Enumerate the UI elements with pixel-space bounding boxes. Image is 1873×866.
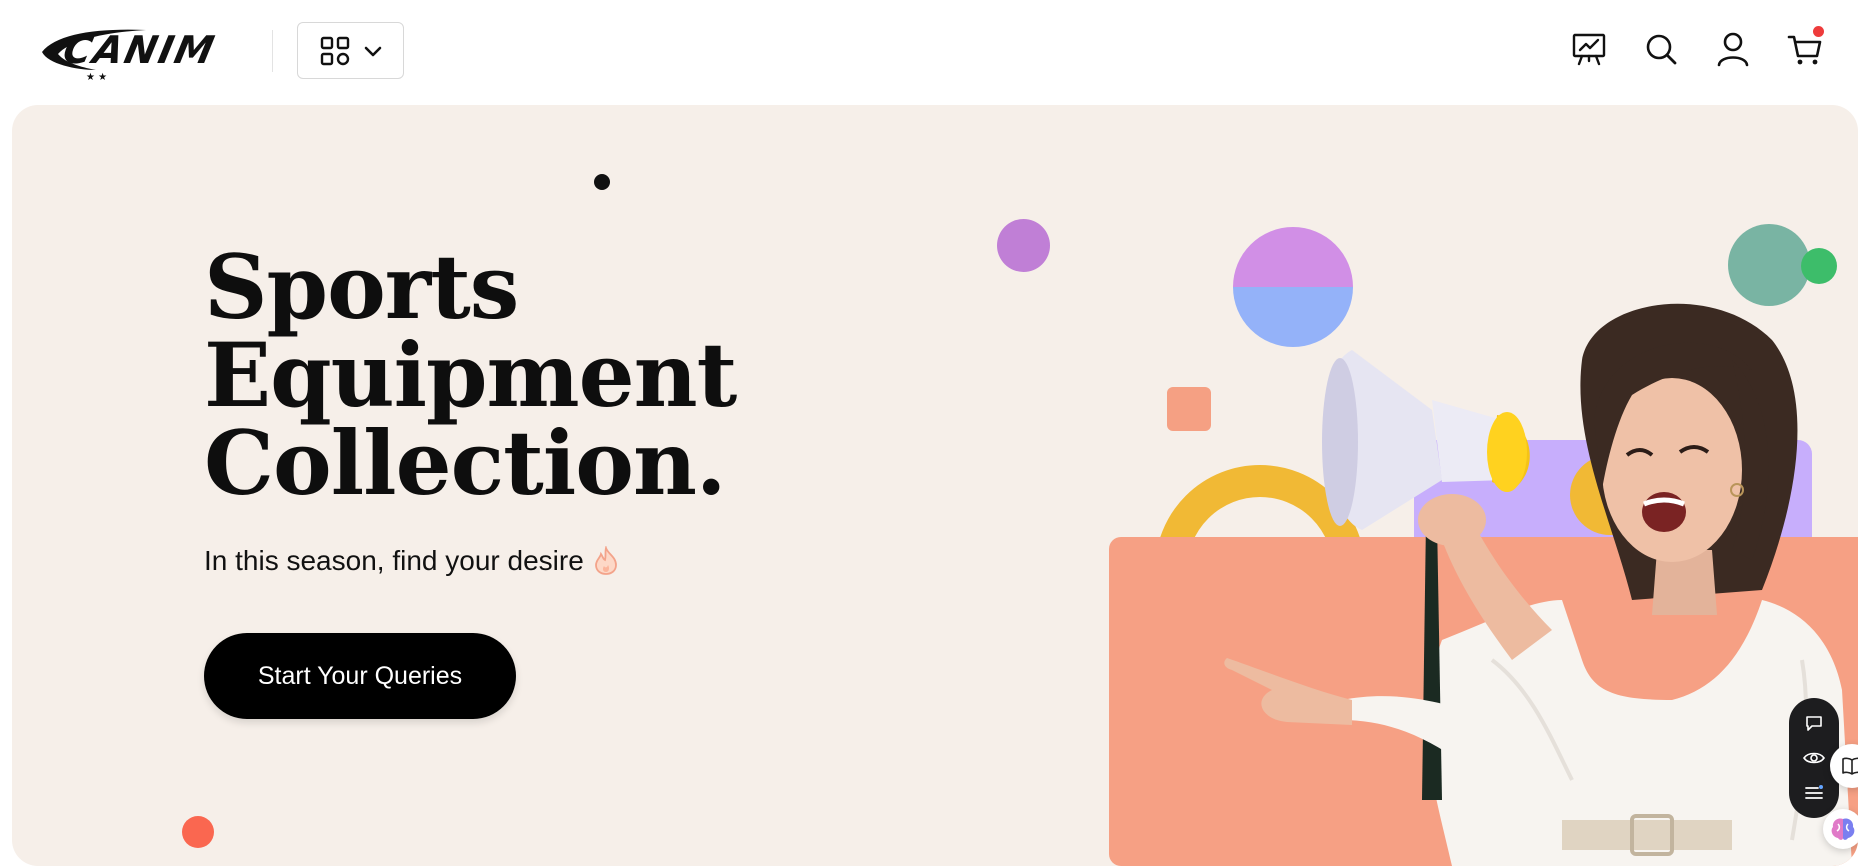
hero-banner: Sports Equipment Collection. In this sea… [12, 105, 1858, 866]
chevron-down-icon [364, 46, 381, 56]
cart-notification-badge [1813, 26, 1824, 37]
fire-icon [594, 546, 617, 575]
category-menu-button[interactable] [297, 22, 404, 79]
chat-bubble-icon[interactable] [1801, 710, 1827, 736]
list-icon[interactable] [1801, 780, 1827, 806]
eye-icon[interactable] [1801, 745, 1827, 771]
user-icon[interactable] [1714, 30, 1752, 68]
grid-icon [320, 36, 349, 65]
decor-dot-coral [182, 816, 214, 848]
model-with-megaphone-image [1224, 303, 1852, 866]
hero-title-line: Sports [204, 235, 519, 339]
cart-icon[interactable] [1786, 26, 1824, 68]
decor-dot-black [594, 174, 610, 190]
hero-subtitle: In this season, find your desire [204, 545, 620, 577]
presentation-chart-icon[interactable] [1570, 30, 1608, 68]
start-queries-button[interactable]: Start Your Queries [204, 633, 516, 719]
site-header: ★ ★ CANIM [0, 0, 1873, 104]
svg-text:★ ★: ★ ★ [86, 72, 107, 80]
logo-wordmark: CANIM [59, 28, 220, 72]
hero-title-line: Equipment [204, 323, 737, 427]
decor-dot-violet [997, 219, 1050, 272]
brain-icon[interactable] [1823, 809, 1858, 849]
brand-logo[interactable]: ★ ★ CANIM [36, 24, 248, 80]
hero-title: Sports Equipment Collection. [204, 235, 737, 515]
header-divider [272, 30, 273, 72]
search-icon[interactable] [1642, 30, 1680, 68]
hero-title-line: Collection. [204, 411, 727, 515]
hero-subtitle-text: In this season, find your desire [204, 545, 584, 576]
